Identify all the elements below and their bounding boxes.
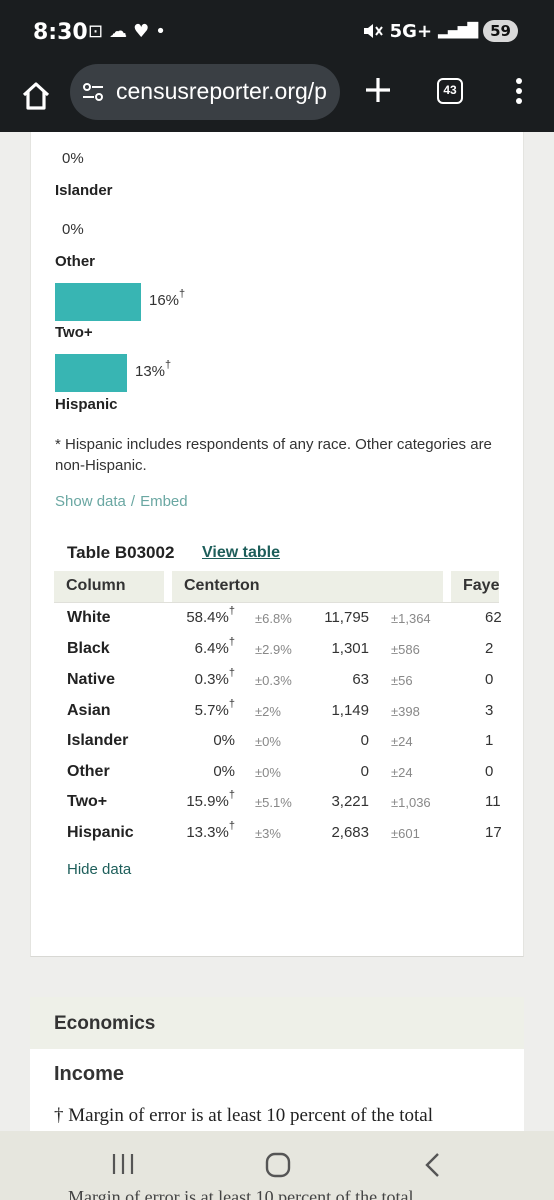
section-header: Economics [30,997,524,1049]
subsection-title: Income [54,1063,125,1085]
battery-indicator: 59 [483,20,518,42]
tab-switcher-button[interactable]: 43 [437,78,463,104]
table-row: Two+ 15.9%† ±5.1% 3,221 ±1,036 11 [67,789,501,810]
notification-icons: ⊡☁♥• [88,21,172,42]
bar-value-islander: 0% [62,221,84,238]
header-fayetteville: Fayet [451,571,499,602]
hispanic-footnote: * Hispanic includes respondents of any r… [55,436,492,474]
signal-icon: ▂▄▆█ [438,23,478,39]
table-row: Other 0% ±0% 0 ±24 0 [67,763,494,780]
more-menu-icon[interactable] [510,78,528,108]
table-row: Islander 0% ±0% 0 ±24 1 [67,732,494,749]
system-nav-bar: Margin of error is at least 10 percent o… [0,1131,554,1200]
category-label-two-plus: Two+ [55,324,93,341]
table-row: White 58.4%† ±6.8% 11,795 ±1,364 62 [67,605,501,626]
status-bar: 8:30 ⊡☁♥• 5G+ ▂▄▆█ 59 [0,0,554,62]
new-tab-icon[interactable] [362,74,394,106]
bar-two-plus [55,283,141,321]
table-row: Native 0.3%† ±0.3% 63 ±56 0 [67,667,494,688]
url-text: censusreporter.org/p [116,78,327,104]
scrolled-text-behind: Margin of error is at least 10 percent o… [68,1187,414,1200]
table-title: Table B03002 [67,543,175,562]
view-table-link[interactable]: View table [202,544,280,562]
hide-data-link[interactable]: Hide data [67,861,131,878]
recent-apps-icon[interactable] [110,1151,136,1177]
chart-actions: Show data / Embed [55,493,188,510]
clock: 8:30 [33,20,88,45]
column-header: Column [54,571,164,602]
table-row: Asian 5.7%† ±2% 1,149 ±398 3 [67,698,494,719]
bar-value-hispanic: 13%† [135,359,172,380]
address-bar[interactable]: censusreporter.org/p [70,64,340,120]
margin-of-error-note: † Margin of error is at least 10 percent… [54,1105,433,1126]
home-icon[interactable] [16,76,56,116]
show-data-link[interactable]: Show data [55,493,126,510]
category-label-islander: Islander [55,182,113,199]
section-title: Economics [54,1013,156,1034]
table-row: Hispanic 13.3%† ±3% 2,683 ±601 17 [67,820,501,841]
embed-link[interactable]: Embed [140,493,188,510]
status-right: 5G+ ▂▄▆█ 59 [362,20,518,42]
site-settings-icon[interactable] [82,81,104,103]
bar-hispanic [55,354,127,392]
network-type: 5G+ [389,20,433,42]
back-icon[interactable] [420,1151,446,1179]
table-row: Black 6.4%† ±2.9% 1,301 ±586 2 [67,636,494,657]
browser-toolbar: censusreporter.org/p 43 [0,62,554,132]
home-button-icon[interactable] [264,1151,292,1179]
race-ethnicity-card: 0% Islander 0% Other 16%† Two+ 13%† Hisp… [30,132,524,957]
category-label-hispanic: Hispanic [55,396,118,413]
header-centerton: Centerton [172,571,443,602]
bar-value-partial: 0% [62,150,84,167]
category-label-other: Other [55,253,96,270]
mute-icon [363,24,383,38]
bar-value-two-plus: 16%† [149,288,186,309]
